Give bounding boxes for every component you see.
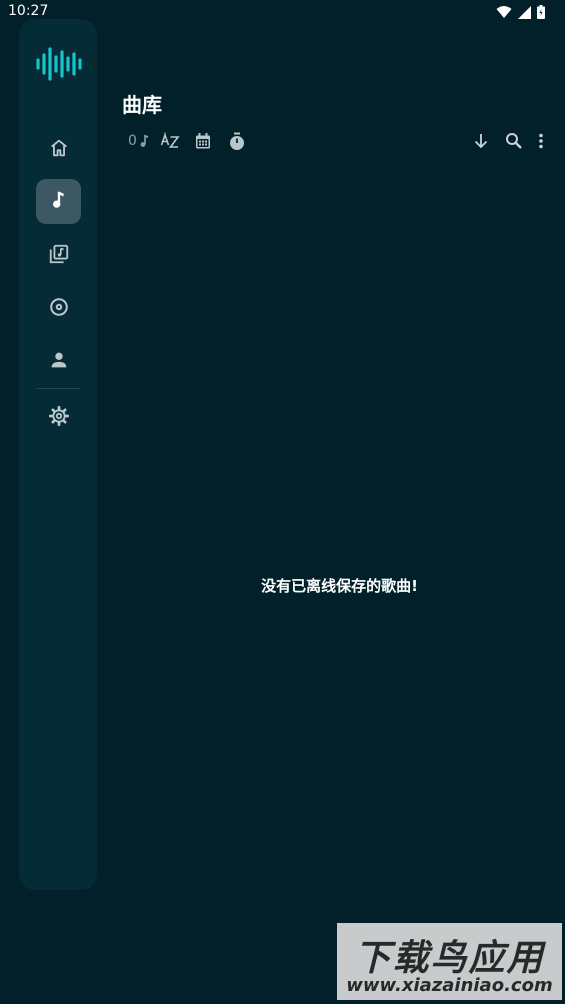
nav-home[interactable] [36, 127, 81, 172]
empty-state-message: 没有已离线保存的歌曲! [261, 577, 418, 595]
song-count: 0 [128, 133, 149, 149]
page-title: 曲库 [122, 93, 162, 117]
sort-duration-button[interactable] [226, 132, 248, 154]
disc-icon [48, 296, 70, 322]
gear-icon [48, 405, 70, 431]
person-icon [48, 349, 70, 375]
wifi-icon [496, 4, 512, 23]
app-logo [35, 47, 82, 85]
home-icon [48, 137, 70, 163]
download-icon [473, 132, 489, 154]
signal-icon [518, 4, 531, 23]
status-time: 10:27 [8, 3, 49, 19]
search-icon [505, 132, 523, 154]
navigation-rail [19, 19, 97, 890]
timer-icon [228, 132, 246, 155]
status-icons [496, 4, 545, 23]
sort-az-button[interactable] [158, 132, 182, 154]
music-note-icon [48, 189, 70, 215]
download-button[interactable] [470, 132, 492, 154]
watermark-title: 下载鸟应用 [354, 938, 545, 979]
rail-divider [36, 388, 80, 389]
song-count-value: 0 [128, 133, 137, 149]
nav-playlists[interactable] [36, 233, 81, 278]
more-options-button[interactable] [532, 132, 550, 154]
battery-icon [537, 4, 545, 23]
more-vert-icon [538, 133, 544, 153]
calendar-icon [194, 132, 212, 154]
nav-artists[interactable] [36, 339, 81, 384]
nav-albums[interactable] [36, 286, 81, 331]
sort-date-button[interactable] [192, 132, 214, 154]
search-button[interactable] [503, 132, 525, 154]
music-note-icon [139, 134, 149, 148]
watermark-url: www.xiazainiao.com [346, 975, 553, 996]
sort-az-icon [160, 132, 180, 154]
nav-songs[interactable] [36, 179, 81, 224]
nav-settings[interactable] [36, 395, 81, 440]
playlist-icon [48, 243, 70, 269]
watermark: 下载鸟应用 www.xiazainiao.com [337, 923, 562, 1000]
